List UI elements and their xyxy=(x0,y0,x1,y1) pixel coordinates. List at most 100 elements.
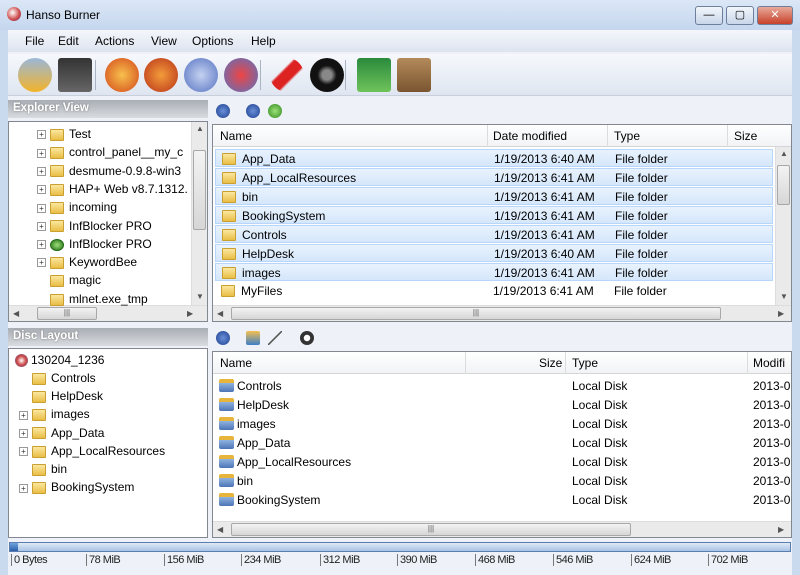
file-row[interactable]: App_Data 1/19/2013 6:40 AM File folder xyxy=(215,149,773,167)
disc-root[interactable]: 130204_1236 xyxy=(15,351,104,369)
expand-icon[interactable]: + xyxy=(37,240,46,250)
disc-file-row[interactable]: BookingSystem Local Disk 2013-0 xyxy=(215,491,791,509)
file-type: File folder xyxy=(615,247,668,261)
save-icon[interactable] xyxy=(58,58,92,92)
tree-item[interactable]: + Test xyxy=(37,125,91,143)
file-name: Controls xyxy=(242,228,287,242)
disc-tree-item[interactable]: + App_Data xyxy=(19,424,104,442)
scroll-thumb[interactable]: ||| xyxy=(37,307,97,320)
menu-options[interactable]: Options xyxy=(192,34,233,48)
menu-view[interactable]: View xyxy=(151,34,177,48)
file-row[interactable]: App_LocalResources 1/19/2013 6:41 AM File … xyxy=(215,168,773,186)
expand-icon[interactable]: + xyxy=(19,447,28,457)
tree-item[interactable]: +magic xyxy=(37,271,101,289)
disc-tree-item[interactable]: + BookingSystem xyxy=(19,478,134,496)
file-row[interactable]: bin 1/19/2013 6:41 AM File folder xyxy=(215,187,773,205)
scroll-thumb[interactable]: ||| xyxy=(231,307,721,320)
disc-file-row[interactable]: Controls Local Disk 2013-0 xyxy=(215,377,791,395)
disc-file-row[interactable]: App_LocalResources Local Disk 2013-0 xyxy=(215,453,791,471)
menu-file[interactable]: File xyxy=(25,34,44,48)
file-date: 1/19/2013 6:41 AM xyxy=(494,190,595,204)
maximize-button[interactable]: ▢ xyxy=(726,6,754,25)
up-folder-icon[interactable] xyxy=(216,104,230,118)
burn-disc-fast-icon[interactable] xyxy=(144,58,178,92)
tree-vscrollbar[interactable]: ▲ ▼ xyxy=(191,122,207,305)
disc-tree-item[interactable]: + App_LocalResources xyxy=(19,442,165,460)
file-row[interactable]: HelpDesk 1/19/2013 6:40 AM File folder xyxy=(215,244,773,262)
expand-icon[interactable]: + xyxy=(37,258,46,268)
expand-icon[interactable]: + xyxy=(37,203,46,213)
list-hscrollbar[interactable]: ||| ◀ ▶ xyxy=(213,305,791,321)
tree-item[interactable]: + KeywordBee xyxy=(37,253,137,271)
menu-actions[interactable]: Actions xyxy=(95,34,134,48)
disc-tree-item[interactable]: + images xyxy=(19,405,90,423)
disc-info-icon[interactable] xyxy=(310,58,344,92)
expand-icon[interactable]: + xyxy=(37,221,46,231)
column-type[interactable]: Type xyxy=(572,356,598,370)
edit-icon[interactable] xyxy=(270,58,304,92)
copy-disc-icon[interactable] xyxy=(184,58,218,92)
tree-item[interactable]: +mlnet.exe_tmp xyxy=(37,290,148,308)
remove-icon[interactable] xyxy=(300,331,314,345)
disc-file-row[interactable]: bin Local Disk 2013-0 xyxy=(215,472,791,490)
expand-icon[interactable]: + xyxy=(19,410,28,420)
scroll-down-arrow[interactable]: ▼ xyxy=(196,292,204,301)
menu-edit[interactable]: Edit xyxy=(58,34,79,48)
tree-item[interactable]: + control_panel__my_c xyxy=(37,143,183,161)
burn-disc-icon[interactable] xyxy=(105,58,139,92)
exit-icon[interactable] xyxy=(397,58,431,92)
up-folder-icon[interactable] xyxy=(216,331,230,345)
column-name[interactable]: Name xyxy=(220,356,252,370)
tree-item[interactable]: + incoming xyxy=(37,198,117,216)
file-row[interactable]: BookingSystem 1/19/2013 6:41 AM File folde… xyxy=(215,206,773,224)
disc-file-row[interactable]: App_Data Local Disk 2013-0 xyxy=(215,434,791,452)
menu-help[interactable]: Help xyxy=(251,34,276,48)
scroll-thumb[interactable]: ||| xyxy=(231,523,631,536)
add-to-disc-icon[interactable] xyxy=(246,104,260,118)
column-type[interactable]: Type xyxy=(614,129,640,143)
tree-item-label: App_LocalResources xyxy=(51,443,166,458)
new-folder-icon[interactable] xyxy=(246,331,260,345)
close-button[interactable]: ✕ xyxy=(757,6,793,25)
expand-icon[interactable]: + xyxy=(37,148,46,158)
disc-tree-item[interactable]: +HelpDesk xyxy=(19,387,103,405)
column-size[interactable]: Size xyxy=(539,356,562,370)
scroll-up-arrow[interactable]: ▲ xyxy=(196,124,204,133)
disc-tree-item[interactable]: +bin xyxy=(19,460,67,478)
expand-icon[interactable]: + xyxy=(37,185,46,195)
folder-icon xyxy=(50,256,64,269)
expand-icon[interactable]: + xyxy=(19,483,28,493)
column-size[interactable]: Size xyxy=(734,129,757,143)
rename-icon[interactable] xyxy=(268,331,282,345)
file-row[interactable]: Controls 1/19/2013 6:41 AM File folder xyxy=(215,225,773,243)
scroll-left-arrow[interactable]: ◀ xyxy=(13,309,19,318)
tree-item[interactable]: + HAP+ Web v8.7.1312. xyxy=(37,180,188,198)
update-icon[interactable] xyxy=(357,58,391,92)
folder-disk-icon xyxy=(219,493,234,506)
erase-disc-icon[interactable] xyxy=(224,58,258,92)
expand-icon[interactable]: + xyxy=(37,166,46,176)
expand-icon[interactable]: + xyxy=(37,130,46,140)
scroll-thumb[interactable] xyxy=(193,150,206,230)
refresh-icon[interactable] xyxy=(268,104,282,118)
disc-file-row[interactable]: images Local Disk 2013-0 xyxy=(215,415,791,433)
expand-icon[interactable]: + xyxy=(19,428,28,438)
tree-item[interactable]: + desmume-0.9.8-win3 xyxy=(37,162,181,180)
column-name[interactable]: Name xyxy=(220,129,252,143)
disc-tree-item[interactable]: +Controls xyxy=(19,369,96,387)
disc-file-row[interactable]: HelpDesk Local Disk 2013-0 xyxy=(215,396,791,414)
open-project-icon[interactable] xyxy=(18,58,52,92)
file-row[interactable]: MyFiles 1/19/2013 6:41 AM File folder xyxy=(215,282,773,300)
scroll-thumb[interactable] xyxy=(777,165,790,205)
column-modified[interactable]: Modifi xyxy=(753,356,785,370)
list-vscrollbar[interactable]: ▲ ▼ xyxy=(775,147,791,305)
tree-item[interactable]: + InfBlocker PRO xyxy=(37,217,152,235)
minimize-button[interactable]: — xyxy=(695,6,723,25)
column-date-modified[interactable]: Date modified xyxy=(493,129,567,143)
file-row[interactable]: images 1/19/2013 6:41 AM File folder xyxy=(215,263,773,281)
disc-list-hscrollbar[interactable]: ||| ◀ ▶ xyxy=(213,521,791,537)
scroll-right-arrow[interactable]: ▶ xyxy=(187,309,193,318)
tree-item[interactable]: + InfBlocker PRO xyxy=(37,235,152,253)
folder-icon xyxy=(50,293,64,306)
file-name: App_LocalResources xyxy=(242,171,357,185)
